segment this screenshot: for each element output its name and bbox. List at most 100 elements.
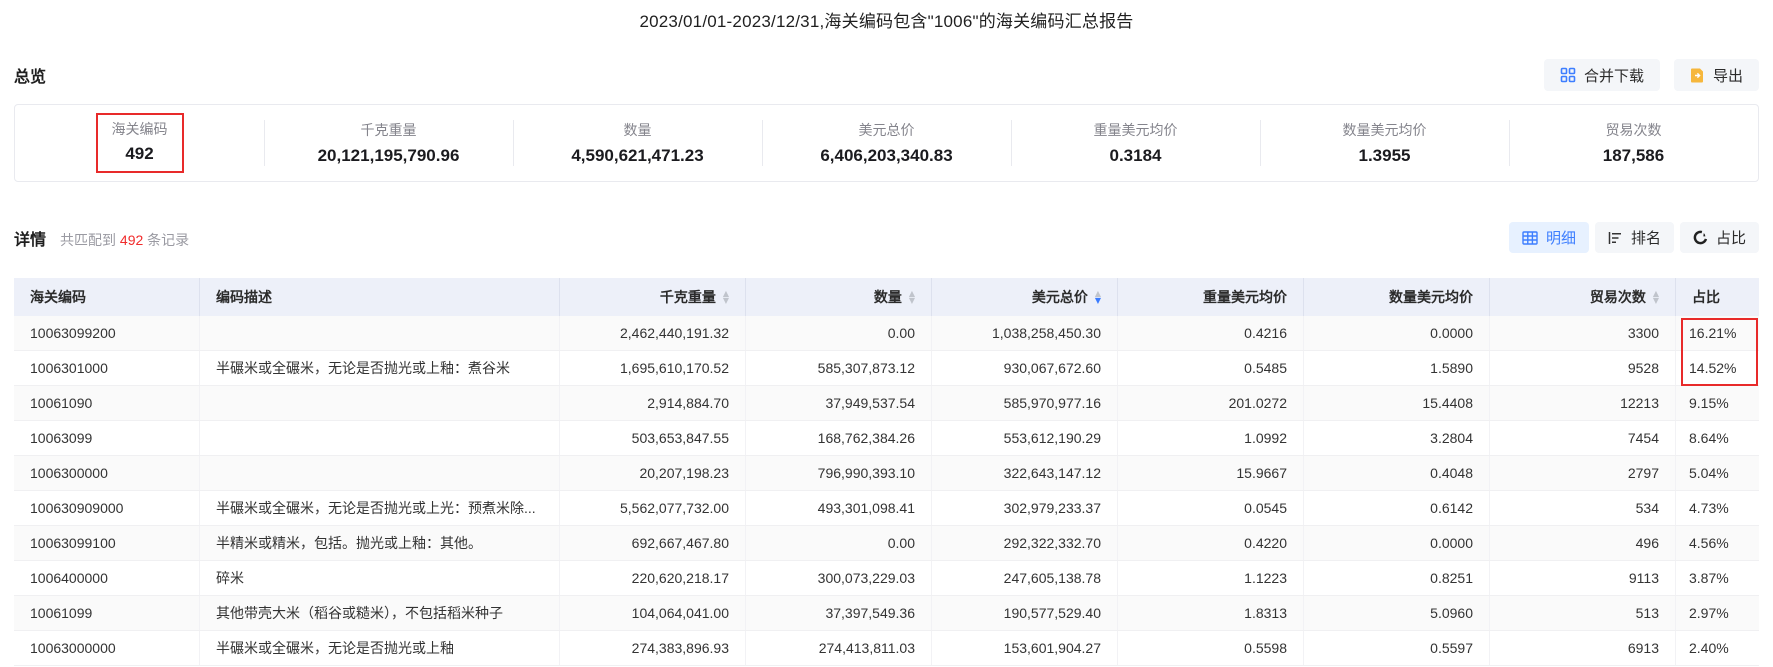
table-row: 10063000000半碾米或全碾米，无论是否抛光或上釉274,383,896.… xyxy=(14,631,1759,666)
export-label: 导出 xyxy=(1713,65,1743,86)
merge-download-label: 合并下载 xyxy=(1584,65,1644,86)
sort-caret-down-icon: ▼ xyxy=(1653,298,1659,304)
table-cell: 1.0992 xyxy=(1118,421,1304,455)
table-cell: 220,620,218.17 xyxy=(560,561,746,595)
table-cell: 0.4048 xyxy=(1304,456,1490,490)
table-cell: 1006301000 xyxy=(14,351,200,385)
merge-download-button[interactable]: 合并下载 xyxy=(1544,59,1660,91)
header-cell-2[interactable]: 千克重量▲▼ xyxy=(560,278,746,316)
sort-caret-down-icon: ▼ xyxy=(1095,298,1101,304)
table-cell: 0.5485 xyxy=(1118,351,1304,385)
view-button-share[interactable]: 占比 xyxy=(1680,222,1759,253)
sort-carets-icon[interactable]: ▲▼ xyxy=(1653,291,1659,304)
stat-label: 贸易次数 xyxy=(1606,120,1662,140)
table-cell: 930,067,672.60 xyxy=(932,351,1118,385)
table-cell: 6913 xyxy=(1490,631,1676,665)
header-cell-4[interactable]: 美元总价 ▲▼ xyxy=(932,278,1118,316)
view-button-rank[interactable]: 排名 xyxy=(1595,222,1674,253)
table-cell: 493,301,098.41 xyxy=(746,491,932,525)
table-cell: 0.4216 xyxy=(1118,316,1304,350)
header-cell-label: 数量 xyxy=(874,287,902,307)
table-cell: 5,562,077,732.00 xyxy=(560,491,746,525)
table-row: 1006301000半碾米或全碾米，无论是否抛光或上釉：煮谷米1,695,610… xyxy=(14,351,1759,386)
stat-quantity: 数量 4,590,621,471.23 xyxy=(513,105,762,181)
table-cell: 半碾米或全碾米，无论是否抛光或上釉：煮谷米 xyxy=(200,351,560,385)
detail-table: 海关编码编码描述千克重量▲▼数量▲▼美元总价▲▼重量美元均价数量美元均价贸易次数… xyxy=(14,278,1759,666)
table-cell: 153,601,904.27 xyxy=(932,631,1118,665)
table-row: 100610902,914,884.7037,949,537.54585,970… xyxy=(14,386,1759,421)
table-header-row: 海关编码编码描述千克重量▲▼数量▲▼美元总价▲▼重量美元均价数量美元均价贸易次数… xyxy=(14,278,1759,316)
merge-download-icon xyxy=(1560,67,1576,83)
table-row: 10063099503,653,847.55168,762,384.26553,… xyxy=(14,421,1759,456)
table-cell: 1.8313 xyxy=(1118,596,1304,630)
table-cell: 7454 xyxy=(1490,421,1676,455)
table-cell: 2797 xyxy=(1490,456,1676,490)
table-cell: 3300 xyxy=(1490,316,1676,350)
stat-label: 数量 xyxy=(624,120,652,140)
pie-chart-icon xyxy=(1693,230,1708,245)
stat-kg-weight: 千克重量 20,121,195,790.96 xyxy=(264,105,513,181)
export-button[interactable]: 导出 xyxy=(1674,59,1759,91)
stat-usd-per-weight: 重量美元均价 0.3184 xyxy=(1011,105,1260,181)
table-cell: 4.56% xyxy=(1676,526,1759,560)
table-cell: 9528 xyxy=(1490,351,1676,385)
sort-caret-down-icon: ▼ xyxy=(723,298,729,304)
table-cell xyxy=(200,316,560,350)
stat-trade-count: 贸易次数 187,586 xyxy=(1509,105,1758,181)
table-cell: 0.0000 xyxy=(1304,316,1490,350)
table-cell: 20,207,198.23 xyxy=(560,456,746,490)
table-cell: 1.5890 xyxy=(1304,351,1490,385)
sort-carets-icon[interactable]: ▲▼ xyxy=(723,291,729,304)
table-cell: 5.04% xyxy=(1676,456,1759,490)
table-cell: 半精米或精米，包括。抛光或上釉：其他。 xyxy=(200,526,560,560)
stat-value: 4,590,621,471.23 xyxy=(571,146,703,166)
table-cell: 10061099 xyxy=(14,596,200,630)
table-cell: 0.5598 xyxy=(1118,631,1304,665)
customs-code-highlight-box: 海关编码 492 xyxy=(96,113,184,173)
sort-carets-icon[interactable]: ▲▼ xyxy=(1095,291,1101,304)
view-button-detail[interactable]: 明细 xyxy=(1509,222,1589,253)
header-cell-5: 重量美元均价 xyxy=(1118,278,1304,316)
table-cell: 4.73% xyxy=(1676,491,1759,525)
stat-usd-total: 美元总价 6,406,203,340.83 xyxy=(762,105,1011,181)
table-cell: 37,949,537.54 xyxy=(746,386,932,420)
table-cell: 0.4220 xyxy=(1118,526,1304,560)
overview-heading: 总览 xyxy=(14,63,46,87)
table-cell: 1006400000 xyxy=(14,561,200,595)
stat-value: 492 xyxy=(125,144,153,164)
table-row: 10063099100半精米或精米，包括。抛光或上釉：其他。692,667,46… xyxy=(14,526,1759,561)
table-cell: 0.8251 xyxy=(1304,561,1490,595)
stat-label: 千克重量 xyxy=(361,120,417,140)
details-heading: 详情 xyxy=(14,226,46,250)
table-cell: 0.00 xyxy=(746,316,932,350)
table-cell: 0.0000 xyxy=(1304,526,1490,560)
table-cell: 16.21% xyxy=(1676,316,1759,350)
sort-carets-icon[interactable]: ▲▼ xyxy=(909,291,915,304)
table-cell: 496 xyxy=(1490,526,1676,560)
table-cell: 2,462,440,191.32 xyxy=(560,316,746,350)
stat-usd-per-quantity: 数量美元均价 1.3955 xyxy=(1260,105,1509,181)
header-cell-label: 美元总价 xyxy=(1032,287,1088,307)
table-cell: 274,413,811.03 xyxy=(746,631,932,665)
view-button-label: 占比 xyxy=(1716,227,1746,248)
table-cell: 0.6142 xyxy=(1304,491,1490,525)
export-icon xyxy=(1690,67,1705,83)
header-cell-label: 贸易次数 xyxy=(1590,287,1646,307)
table-cell: 10063099200 xyxy=(14,316,200,350)
match-count: 492 xyxy=(120,232,143,248)
table-cell: 半碾米或全碾米，无论是否抛光或上光：预煮米除... xyxy=(200,491,560,525)
header-cell-label: 海关编码 xyxy=(30,287,86,307)
table-cell: 1006300000 xyxy=(14,456,200,490)
header-cell-7[interactable]: 贸易次数 ▲▼ xyxy=(1490,278,1676,316)
table-cell: 3.87% xyxy=(1676,561,1759,595)
table-cell: 碎米 xyxy=(200,561,560,595)
table-body: 100630992002,462,440,191.320.001,038,258… xyxy=(14,316,1759,666)
header-cell-label: 占比 xyxy=(1692,287,1720,307)
table-cell: 692,667,467.80 xyxy=(560,526,746,560)
sort-caret-down-icon: ▼ xyxy=(909,298,915,304)
header-cell-3[interactable]: 数量 ▲▼ xyxy=(746,278,932,316)
table-cell: 3.2804 xyxy=(1304,421,1490,455)
table-cell: 2,914,884.70 xyxy=(560,386,746,420)
stat-value: 0.3184 xyxy=(1110,146,1162,166)
table-cell: 15.4408 xyxy=(1304,386,1490,420)
